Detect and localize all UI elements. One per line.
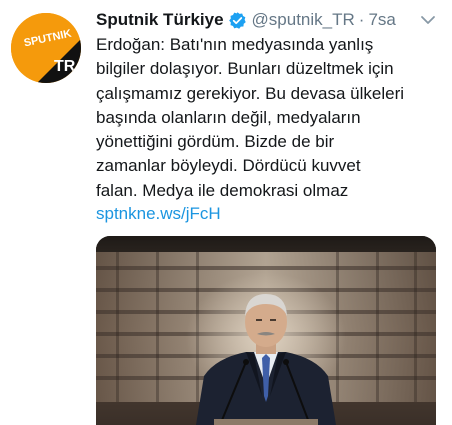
header-separator: ·: [358, 10, 365, 29]
tweet-media-image[interactable]: [96, 236, 436, 425]
profile-avatar[interactable]: SPUTNIK TR: [11, 13, 81, 83]
display-name[interactable]: Sputnik Türkiye: [96, 10, 224, 30]
tweet-header: Sputnik Türkiye @sputnik_TR · 7sa: [96, 8, 396, 32]
tweet-link[interactable]: sptnkne.ws/jFcH: [96, 204, 221, 224]
tweet-text-line: çalışmamız gerekiyor. Bu devasa ülkeleri: [96, 83, 405, 103]
avatar-badge-text: TR: [54, 58, 76, 75]
tweet-text-line: falan. Medya ile demokrasi olmaz: [96, 180, 349, 200]
tweet-card[interactable]: SPUTNIK TR Sputnik Türkiye @sputnik_TR ·…: [0, 0, 452, 425]
tweet-text-line: Erdoğan: Batı'nın medyasında yanlış: [96, 35, 374, 54]
sputnik-logo: SPUTNIK TR: [11, 13, 81, 83]
tweet-timestamp[interactable]: 7sa: [368, 10, 395, 30]
tweet-text-line: bilgiler dolaşıyor. Bunları düzeltmek iç…: [96, 59, 394, 79]
tweet-text-line: zamanlar böyleydi. Dördücü kuvvet: [96, 156, 361, 176]
verified-badge-icon: [228, 11, 247, 30]
tweet-text-line: başında olanların değil, medyaların: [96, 107, 361, 127]
chevron-down-icon[interactable]: [420, 13, 436, 25]
tweet-text: Erdoğan: Batı'nın medyasında yanlış bilg…: [96, 33, 446, 203]
tweet-text-line: yönettiğini gördüm. Bizde de bir: [96, 132, 335, 152]
user-handle[interactable]: @sputnik_TR: [252, 10, 355, 30]
